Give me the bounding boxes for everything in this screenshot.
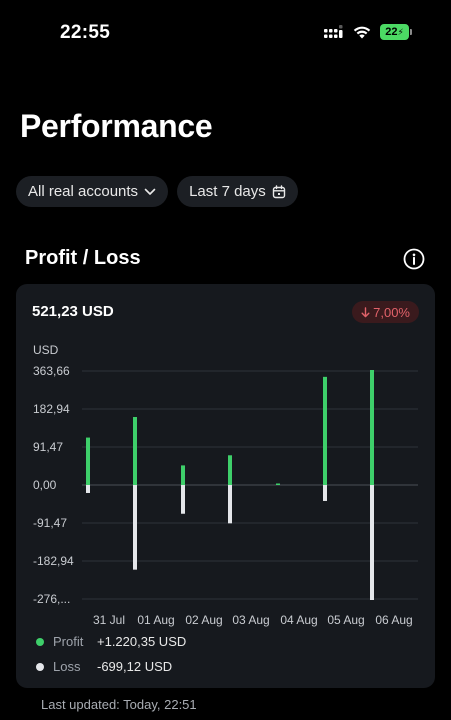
y-tick-label: -91,47 [33, 516, 67, 530]
loss-bar[interactable] [323, 485, 327, 501]
loss-bar[interactable] [86, 485, 90, 493]
legend-profit-label: Profit [53, 634, 84, 649]
profit-bar[interactable] [133, 417, 137, 485]
x-tick-label: 02 Aug [185, 613, 222, 627]
loss-bar[interactable] [228, 485, 232, 524]
y-tick-label: 182,94 [33, 402, 70, 416]
x-tick-label: 01 Aug [137, 613, 174, 627]
loss-bar[interactable] [133, 485, 137, 570]
profit-bar[interactable] [323, 376, 327, 485]
y-tick-label: 363,66 [33, 364, 70, 378]
y-axis-label: USD [33, 343, 59, 357]
profit-bar[interactable] [228, 455, 232, 485]
profit-bar[interactable] [370, 370, 374, 485]
profit-loss-chart: USD 363,66 182,94 91,47 0,00 -91,47 -182,94 -2… [33, 343, 418, 627]
x-tick-label: 04 Aug [280, 613, 317, 627]
period-filter[interactable]: Last 7 days [177, 176, 298, 207]
status-bar: 22:55 22 ⚡ [0, 0, 451, 62]
charging-bolt-icon: ⚡ [397, 26, 404, 37]
info-icon[interactable] [403, 248, 425, 270]
calendar-icon [272, 184, 285, 198]
cellular-signal-icon [324, 25, 343, 38]
battery-level: 22 [385, 26, 398, 38]
y-tick-label: 91,47 [33, 440, 63, 454]
y-tick-label: 0,00 [33, 478, 57, 492]
legend-loss-label: Loss [53, 659, 81, 674]
x-tick-label: 03 Aug [232, 613, 269, 627]
period-filter-label: Last 7 days [189, 183, 266, 200]
profit-loss-card: 521,23 USD 7,00% USD 363,66 182,94 91,47 0,… [16, 284, 435, 688]
loss-dot [36, 662, 44, 671]
accounts-filter-label: All real accounts [28, 183, 139, 200]
profit-dot [36, 637, 44, 646]
page-title: Performance [20, 108, 213, 144]
profit-bar[interactable] [276, 483, 280, 486]
chevron-down-icon [144, 188, 156, 195]
battery-icon: 22 ⚡ [380, 24, 412, 40]
last-updated: Last updated: Today, 22:51 [41, 697, 197, 712]
loss-bar[interactable] [370, 485, 374, 600]
wifi-icon [353, 26, 371, 38]
x-tick-label: 05 Aug [327, 613, 364, 627]
status-time: 22:55 [60, 22, 111, 43]
loss-bar[interactable] [181, 485, 185, 514]
legend-loss-value: -699,12 USD [97, 659, 173, 674]
status-icons: 22 ⚡ [324, 24, 412, 40]
legend-profit-value: +1.220,35 USD [97, 634, 187, 649]
y-tick-label: -182,94 [33, 554, 74, 568]
x-tick-label: 06 Aug [375, 613, 412, 627]
legend-profit: Profit +1.220,35 USD [36, 629, 186, 654]
legend-loss: Loss -699,12 USD [36, 654, 186, 679]
profit-bar[interactable] [181, 465, 185, 485]
profit-bar[interactable] [86, 437, 90, 485]
chart-legend: Profit +1.220,35 USD Loss -699,12 USD [36, 629, 186, 679]
accounts-filter[interactable]: All real accounts [16, 176, 169, 207]
x-tick-label: 31 Jul [93, 613, 125, 627]
filter-bar: All real accounts Last 7 days [16, 176, 298, 207]
y-tick-label: -276,... [33, 592, 70, 606]
section-title: Profit / Loss [25, 247, 141, 269]
